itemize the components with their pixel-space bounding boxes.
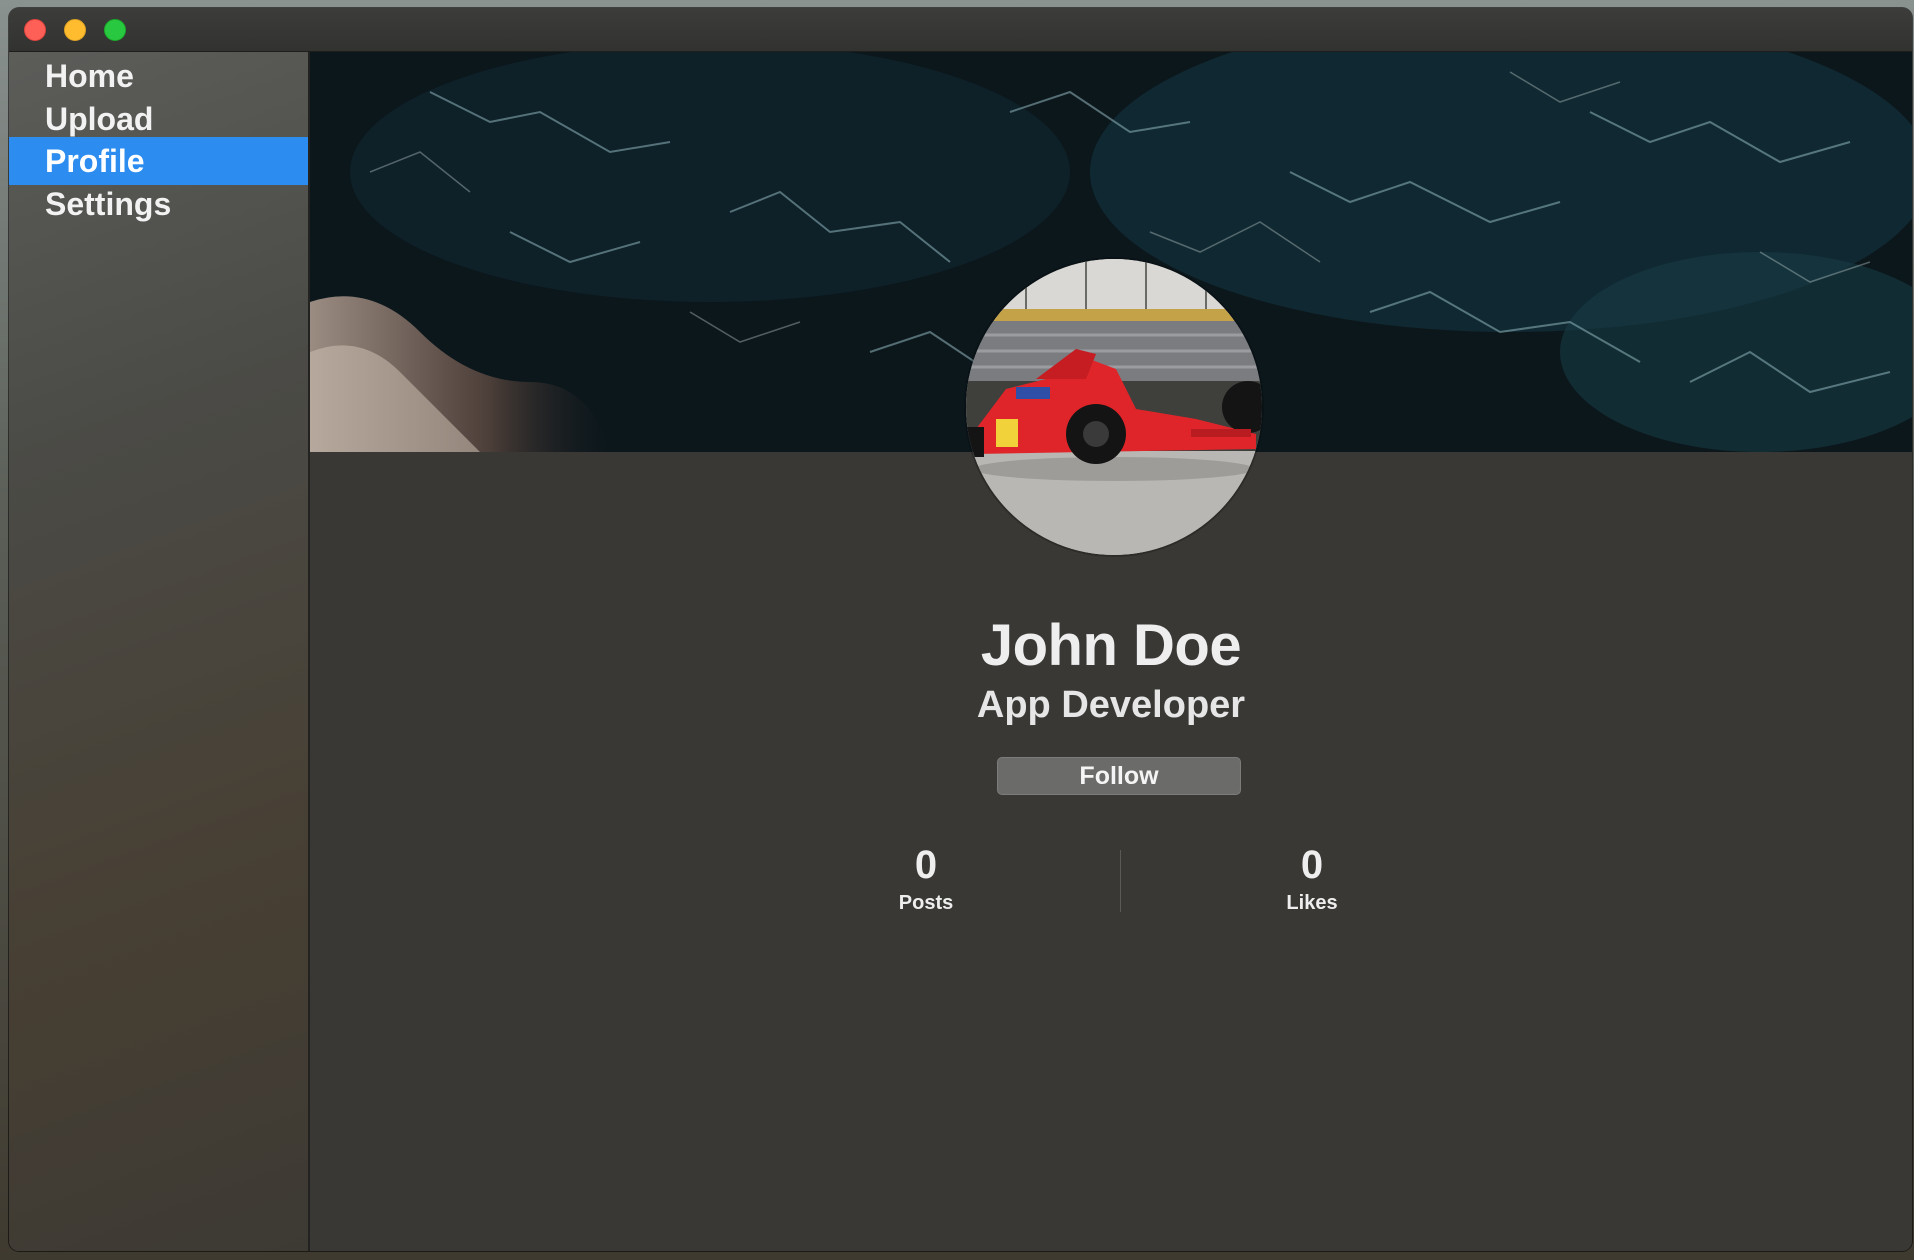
avatar[interactable] bbox=[966, 259, 1262, 555]
stat-posts-label: Posts bbox=[898, 892, 954, 914]
sidebar-item-upload[interactable]: Upload bbox=[9, 95, 308, 143]
stat-likes-label: Likes bbox=[1286, 892, 1338, 914]
title-bar[interactable] bbox=[9, 8, 1912, 52]
sidebar-item-settings[interactable]: Settings bbox=[9, 180, 308, 228]
stat-posts-value: 0 bbox=[914, 843, 938, 887]
stat-posts: 0 Posts bbox=[816, 842, 1036, 916]
sidebar-item-home[interactable]: Home bbox=[9, 52, 308, 100]
stats-divider bbox=[1120, 850, 1121, 912]
stat-likes: 0 Likes bbox=[1202, 842, 1422, 916]
app-window: Home Upload Profile Settings John Doe Ap… bbox=[9, 8, 1912, 1251]
minimize-icon[interactable] bbox=[64, 19, 86, 41]
follow-button[interactable]: Follow bbox=[997, 757, 1241, 795]
sidebar-item-profile[interactable]: Profile bbox=[9, 137, 308, 185]
sidebar: Home Upload Profile Settings bbox=[9, 52, 310, 1251]
desktop: Home Upload Profile Settings John Doe Ap… bbox=[0, 0, 1914, 1260]
close-icon[interactable] bbox=[24, 19, 46, 41]
zoom-icon[interactable] bbox=[104, 19, 126, 41]
profile-title: App Developer bbox=[976, 684, 1246, 726]
stat-likes-value: 0 bbox=[1300, 843, 1324, 887]
profile-content: John Doe App Developer Follow 0 Posts 0 … bbox=[310, 52, 1912, 1251]
profile-name: John Doe bbox=[980, 613, 1242, 678]
